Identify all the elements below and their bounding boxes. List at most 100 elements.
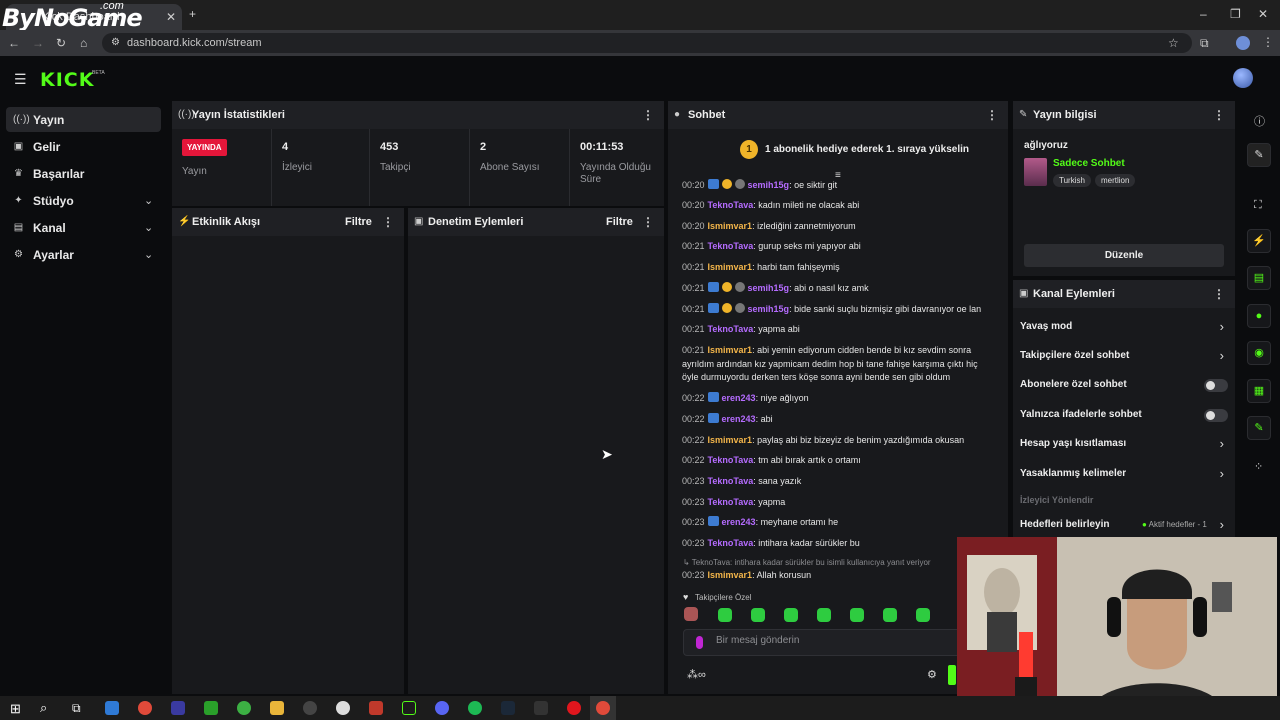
emotes-only-toggle[interactable] bbox=[1204, 409, 1228, 422]
chat-message[interactable]: 00:22 eren243: niye ağlıyon bbox=[682, 392, 992, 406]
chat-bubble-icon[interactable]: ● bbox=[1247, 304, 1271, 328]
kebab-menu-icon[interactable]: ⋮ bbox=[1213, 108, 1225, 122]
obs-icon[interactable] bbox=[303, 701, 317, 715]
spotify-icon[interactable] bbox=[468, 701, 482, 715]
chat-username[interactable]: eren243 bbox=[722, 414, 756, 424]
action-followers-only[interactable]: Takipçilere özel sohbet › bbox=[1020, 348, 1230, 366]
chat-username[interactable]: TeknoTava bbox=[708, 200, 754, 210]
chat-message[interactable]: 00:20 semih15g: oe siktir git bbox=[682, 179, 992, 193]
action-set-goals[interactable]: Hedefleri belirleyin ● Aktif hedefler - … bbox=[1020, 517, 1230, 535]
kick-logo[interactable]: KICK bbox=[40, 69, 94, 91]
reload-icon[interactable]: ↻ bbox=[56, 37, 66, 49]
chat-message[interactable]: 00:21 semih15g: bide sanki suçlu bizmişiz… bbox=[682, 303, 992, 317]
lightning-icon[interactable]: ⚡ bbox=[1247, 229, 1271, 253]
send-button[interactable] bbox=[948, 665, 956, 685]
forward-icon[interactable]: → bbox=[32, 37, 44, 49]
close-tab-icon[interactable]: ✕ bbox=[166, 11, 176, 23]
chat-username[interactable]: Ismimvar1 bbox=[708, 570, 753, 580]
subscribers-only-toggle[interactable] bbox=[1204, 379, 1228, 392]
chat-message[interactable]: 00:21 Ismimvar1: abi yemin ediyorum cidde… bbox=[682, 344, 992, 385]
chat-message[interactable]: 00:22 eren243: abi bbox=[682, 413, 992, 427]
browser-menu-icon[interactable]: ⋮ bbox=[1262, 36, 1274, 48]
chat-message[interactable]: 00:23 TeknoTava: yapma bbox=[682, 496, 992, 510]
search-icon[interactable]: ⌕ bbox=[40, 700, 47, 716]
action-slow-mode[interactable]: Yavaş mod › bbox=[1020, 319, 1230, 337]
chat-message[interactable]: 00:23 Ismimvar1: Allah korusun bbox=[682, 569, 992, 583]
chrome-active-icon[interactable] bbox=[596, 701, 610, 715]
chat-username[interactable]: TeknoTava bbox=[708, 324, 754, 334]
chat-message[interactable]: 00:23 TeknoTava: intihara kadar sürükler … bbox=[682, 537, 992, 551]
site-info-icon[interactable]: ⚙ bbox=[111, 37, 120, 49]
app-icon[interactable] bbox=[171, 701, 185, 715]
folder-icon[interactable] bbox=[270, 701, 284, 715]
app-icon[interactable] bbox=[237, 701, 251, 715]
emote-icon[interactable] bbox=[817, 608, 831, 622]
chat-username[interactable]: Ismimvar1 bbox=[708, 262, 753, 272]
chat-message-field[interactable] bbox=[683, 629, 963, 656]
minimize-icon[interactable]: – bbox=[1200, 8, 1207, 20]
kebab-menu-icon[interactable]: ⋮ bbox=[986, 108, 998, 122]
edit-pencil-icon[interactable]: ✎ bbox=[1247, 143, 1271, 167]
points-icon[interactable]: ⁂∞ bbox=[687, 668, 706, 681]
steam-icon[interactable] bbox=[501, 701, 515, 715]
app-icon[interactable] bbox=[369, 701, 383, 715]
store-icon[interactable] bbox=[105, 701, 119, 715]
chat-username[interactable]: TeknoTava bbox=[708, 455, 754, 465]
bookmark-star-icon[interactable]: ☆ bbox=[1168, 37, 1179, 49]
filter-button[interactable]: Filtre bbox=[606, 216, 633, 228]
broadcast-icon[interactable]: ◉ bbox=[1247, 341, 1271, 365]
chat-username[interactable]: Ismimvar1 bbox=[708, 221, 753, 231]
epic-games-icon[interactable] bbox=[534, 701, 548, 715]
stream-category[interactable]: Sadece Sohbet bbox=[1053, 158, 1125, 169]
emote-icon[interactable] bbox=[916, 608, 930, 622]
chat-username[interactable]: eren243 bbox=[722, 393, 756, 403]
window-close-icon[interactable]: ✕ bbox=[1258, 8, 1268, 20]
emote-custom-icon[interactable] bbox=[684, 607, 698, 621]
chat-message[interactable]: 00:20 Ismimvar1: izlediğini zannetmiyorum bbox=[682, 220, 992, 234]
chat-message[interactable]: 00:21 Ismimvar1: harbi tam fahişeymiş bbox=[682, 261, 992, 275]
kebab-menu-icon[interactable]: ⋮ bbox=[642, 215, 654, 229]
filter-button[interactable]: Filtre bbox=[345, 216, 372, 228]
kebab-menu-icon[interactable]: ⋮ bbox=[642, 108, 654, 122]
wrench-icon[interactable]: ✎ bbox=[1247, 416, 1271, 440]
panel-layout-icon[interactable]: ▦ bbox=[1247, 379, 1271, 403]
kebab-menu-icon[interactable]: ⋮ bbox=[382, 215, 394, 229]
profile-icon[interactable] bbox=[1236, 36, 1250, 50]
sidebar-item-kanal[interactable]: ▤ Kanal ⌄ bbox=[6, 215, 161, 240]
emote-icon[interactable] bbox=[718, 608, 732, 622]
discord-icon[interactable] bbox=[435, 701, 449, 715]
home-icon[interactable]: ⌂ bbox=[80, 37, 87, 49]
sidebar-item-gelir[interactable]: ▣ Gelir bbox=[6, 134, 161, 159]
chat-username[interactable]: TeknoTava bbox=[708, 538, 754, 548]
chat-message[interactable]: 00:20 TeknoTava: kadın mileti ne olacak a… bbox=[682, 199, 992, 213]
opera-icon[interactable] bbox=[567, 701, 581, 715]
url-field[interactable]: ⚙ dashboard.kick.com/stream ☆ bbox=[102, 33, 1192, 53]
kick-icon[interactable] bbox=[402, 701, 416, 715]
chat-message[interactable]: 00:23 eren243: meyhane ortamı he bbox=[682, 516, 992, 530]
chat-username[interactable]: semih15g bbox=[748, 283, 790, 293]
chat-input[interactable] bbox=[716, 635, 956, 646]
xbox-icon[interactable] bbox=[204, 701, 218, 715]
add-widget-icon[interactable]: ⁘ bbox=[1254, 460, 1263, 473]
sidebar-item-basarilar[interactable]: ♛ Başarılar bbox=[6, 161, 161, 186]
document-icon[interactable]: ▤ bbox=[1247, 266, 1271, 290]
fullscreen-icon[interactable]: ⛶ bbox=[1254, 199, 1262, 212]
chat-username[interactable]: Ismimvar1 bbox=[708, 345, 753, 355]
sidebar-item-studyo[interactable]: ✦ Stüdyo ⌄ bbox=[6, 188, 161, 213]
chat-username[interactable]: TeknoTava bbox=[708, 476, 754, 486]
sidebar-item-yayin[interactable]: ((·)) Yayın bbox=[6, 107, 161, 132]
settings-icon[interactable] bbox=[336, 701, 350, 715]
chat-username[interactable]: Ismimvar1 bbox=[708, 435, 753, 445]
chat-message[interactable]: 00:22 Ismimvar1: paylaş abi biz bizeyiz d… bbox=[682, 434, 992, 448]
info-icon[interactable]: ⓘ bbox=[1254, 113, 1265, 129]
chat-username[interactable]: TeknoTava bbox=[708, 241, 754, 251]
chrome-icon[interactable] bbox=[138, 701, 152, 715]
gift-leaderboard-banner[interactable]: 1 abonelik hediye ederek 1. sıraya yükse… bbox=[765, 144, 969, 155]
action-banned-words[interactable]: Yasaklanmış kelimeler › bbox=[1020, 466, 1230, 484]
hamburger-menu-icon[interactable]: ☰ bbox=[14, 71, 27, 88]
emote-icon[interactable] bbox=[850, 608, 864, 622]
kebab-menu-icon[interactable]: ⋮ bbox=[1213, 287, 1225, 301]
task-view-icon[interactable]: ⧉ bbox=[72, 701, 81, 716]
edit-stream-button[interactable]: Düzenle bbox=[1024, 244, 1224, 267]
chat-message[interactable]: 00:21 TeknoTava: gurup seks mi yapıyor ab… bbox=[682, 240, 992, 254]
